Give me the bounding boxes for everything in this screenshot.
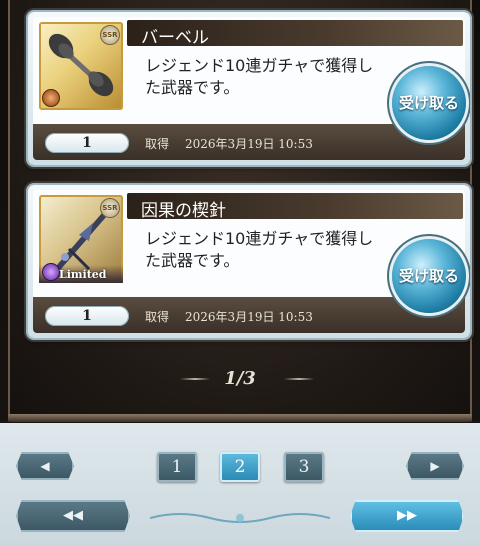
page-button-3[interactable]: 3 (284, 452, 324, 482)
item-description: レジェンド10連ガチャで獲得した武器です。 (145, 56, 374, 97)
rarity-badge: SSR (100, 198, 120, 218)
filigree-ornament (150, 513, 330, 523)
acquired-date: 2026年3月19日 10:53 (185, 310, 313, 324)
prev-page-button[interactable]: ◀ (16, 452, 74, 480)
item-description: レジェンド10連ガチャで獲得した武器です。 (145, 229, 374, 270)
acquired-label: 取得 (145, 310, 170, 324)
limited-label: Limited (59, 268, 107, 281)
item-quantity: 1 (45, 306, 129, 326)
item-card: SSR バーベル レジェンド10連ガチャで獲得した武器です。 1 取得 2026年… (28, 12, 470, 165)
weapon-thumbnail: SSR Limited (39, 195, 123, 283)
item-info-bar: 1 取得 2026年3月19日 10:53 (33, 124, 465, 160)
acquired-info: 取得 2026年3月19日 10:53 (145, 135, 313, 152)
rarity-badge: SSR (100, 25, 120, 45)
item-info-bar: 1 取得 2026年3月19日 10:53 (33, 297, 465, 333)
item-title: バーベル (141, 28, 209, 48)
item-title-bar: 因果の楔針 (127, 193, 463, 221)
item-quantity: 1 (45, 133, 129, 153)
receive-button[interactable]: 受け取る (392, 66, 466, 140)
item-title-bar: バーベル (127, 20, 463, 48)
next-page-button[interactable]: ▶ (406, 452, 464, 480)
limited-banner: Limited (39, 263, 123, 283)
acquired-date: 2026年3月19日 10:53 (185, 137, 313, 151)
item-card: SSR Limited 因果の楔針 レジェンド10連ガチャで獲得した武器です。 … (28, 185, 470, 338)
last-page-button[interactable]: ▶▶ (350, 500, 464, 532)
page-button-2[interactable]: 2 (220, 452, 260, 482)
first-page-button[interactable]: ◀◀ (16, 500, 130, 532)
receive-button[interactable]: 受け取る (392, 239, 466, 313)
element-fire-icon (42, 89, 60, 107)
item-list-panel: SSR バーベル レジェンド10連ガチャで獲得した武器です。 1 取得 2026年… (8, 0, 472, 422)
ornament-right (284, 378, 314, 380)
page-button-1[interactable]: 1 (157, 452, 197, 482)
weapon-thumbnail: SSR (39, 22, 123, 110)
acquired-label: 取得 (145, 137, 170, 151)
element-dark-icon (42, 263, 60, 281)
acquired-info: 取得 2026年3月19日 10:53 (145, 308, 313, 325)
item-title: 因果の楔針 (141, 201, 226, 221)
page-indicator: 1/3 (224, 368, 256, 389)
